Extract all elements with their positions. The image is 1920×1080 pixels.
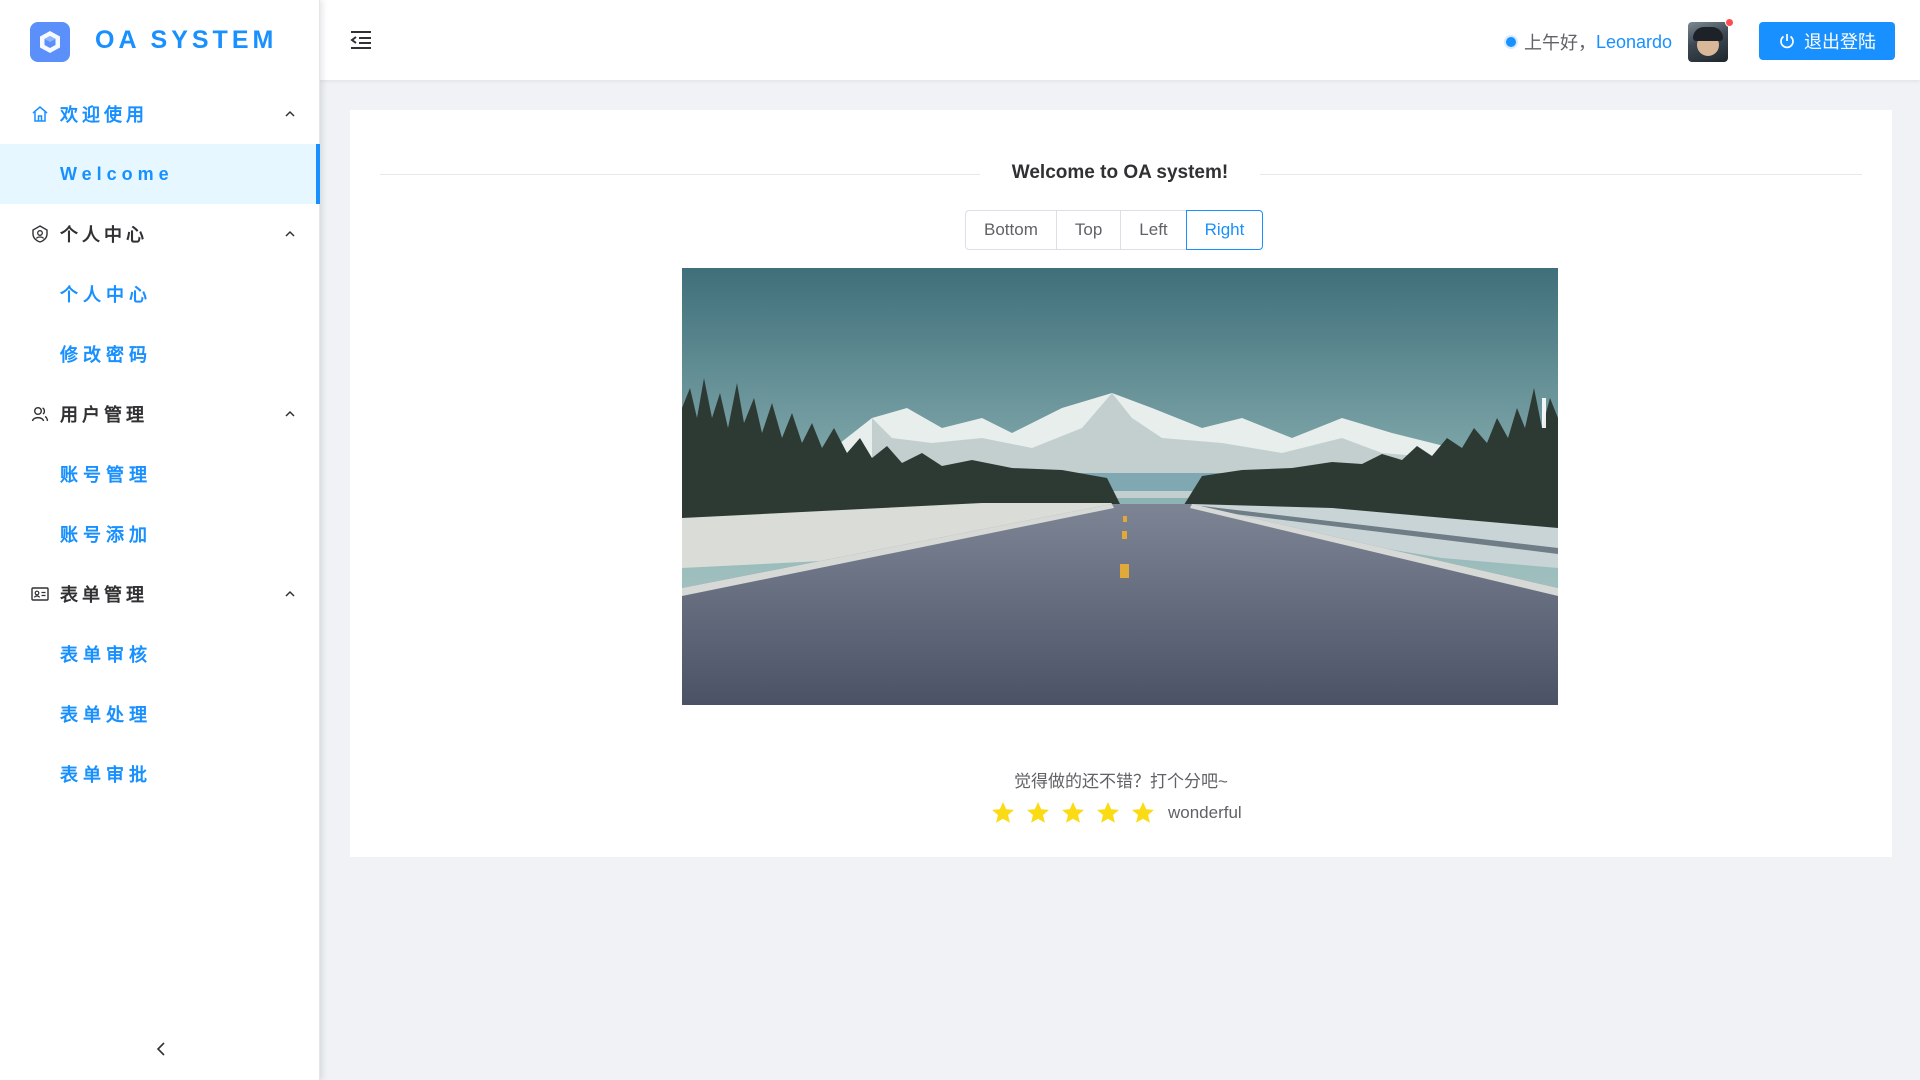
placement-right-button[interactable]: Right <box>1185 210 1264 250</box>
menu-group-label: 欢迎使用 <box>60 105 148 125</box>
carousel-image[interactable] <box>682 268 1558 705</box>
menu-group-personal-center[interactable]: 个人中心 <box>0 204 320 264</box>
menu-item-welcome[interactable]: Welcome <box>0 144 320 204</box>
star-icon[interactable] <box>1060 800 1086 826</box>
menu-item-form-approve[interactable]: 表单审批 <box>0 744 320 804</box>
menu-group-label: 表单管理 <box>60 585 148 605</box>
menu-group-form-management[interactable]: 表单管理 <box>0 564 320 624</box>
user-badge-icon <box>30 224 50 244</box>
menu-fold-icon[interactable] <box>348 28 374 52</box>
app-root: OA SYSTEM 欢迎使用 Welcome 个人中心 个人中心 修改密码 用户… <box>0 0 1920 1080</box>
placement-bottom-button[interactable]: Bottom <box>965 210 1057 250</box>
chevron-left-icon[interactable] <box>150 1038 172 1060</box>
menu-item-account-management[interactable]: 账号管理 <box>0 444 320 504</box>
placement-top-button[interactable]: Top <box>1055 210 1122 250</box>
star-icon[interactable] <box>1130 800 1156 826</box>
logout-button[interactable]: 退出登陆 <box>1759 22 1895 60</box>
logo-cube-icon <box>30 22 70 62</box>
id-card-icon <box>30 584 50 604</box>
menu-group-label: 用户管理 <box>60 405 148 425</box>
placement-left-button[interactable]: Left <box>1120 210 1187 250</box>
star-icon[interactable] <box>990 800 1016 826</box>
rating-text: wonderful <box>1168 803 1242 822</box>
welcome-card: Welcome to OA system! Bottom Top Left Ri… <box>350 110 1892 857</box>
divider-right <box>1260 174 1862 175</box>
menu-item-account-add[interactable]: 账号添加 <box>0 504 320 564</box>
rating-question: 觉得做的还不错？打个分吧~ <box>1014 772 1228 791</box>
chevron-up-icon <box>282 586 298 602</box>
chevron-up-icon <box>282 106 298 122</box>
logo: OA SYSTEM <box>0 0 320 84</box>
avatar[interactable] <box>1688 18 1734 62</box>
username[interactable]: Leonardo <box>1596 32 1672 53</box>
chevron-up-icon <box>282 226 298 242</box>
star-icon[interactable] <box>1095 800 1121 826</box>
app-title: OA SYSTEM <box>95 26 278 54</box>
divider-left <box>380 174 980 175</box>
users-icon <box>30 404 50 424</box>
menu-item-personal-center[interactable]: 个人中心 <box>0 264 320 324</box>
avatar-hair <box>1693 27 1723 41</box>
chevron-up-icon <box>282 406 298 422</box>
menu-group-welcome[interactable]: 欢迎使用 <box>0 84 320 144</box>
rating: wonderful <box>990 798 1242 828</box>
star-icon[interactable] <box>1025 800 1051 826</box>
greeting: 上午好， Leonardo <box>1506 29 1672 55</box>
placement-button-group: Bottom Top Left Right <box>965 210 1264 250</box>
notification-badge <box>1725 18 1734 27</box>
menu-item-form-review[interactable]: 表单审核 <box>0 624 320 684</box>
power-icon <box>1780 34 1794 49</box>
side-menu: 欢迎使用 Welcome 个人中心 个人中心 修改密码 用户管理 账号管理 账号… <box>0 84 320 804</box>
top-header: 上午好， Leonardo 退出登陆 <box>320 0 1920 80</box>
logout-label: 退出登陆 <box>1804 32 1876 52</box>
menu-item-change-password[interactable]: 修改密码 <box>0 324 320 384</box>
sidebar: OA SYSTEM 欢迎使用 Welcome 个人中心 个人中心 修改密码 用户… <box>0 0 320 1080</box>
home-icon <box>30 104 50 124</box>
menu-group-user-management[interactable]: 用户管理 <box>0 384 320 444</box>
menu-group-label: 个人中心 <box>60 225 148 245</box>
greeting-text: 上午好， <box>1524 33 1596 53</box>
status-dot <box>1506 37 1516 47</box>
welcome-title: Welcome to OA system! <box>1011 162 1229 183</box>
menu-item-form-process[interactable]: 表单处理 <box>0 684 320 744</box>
